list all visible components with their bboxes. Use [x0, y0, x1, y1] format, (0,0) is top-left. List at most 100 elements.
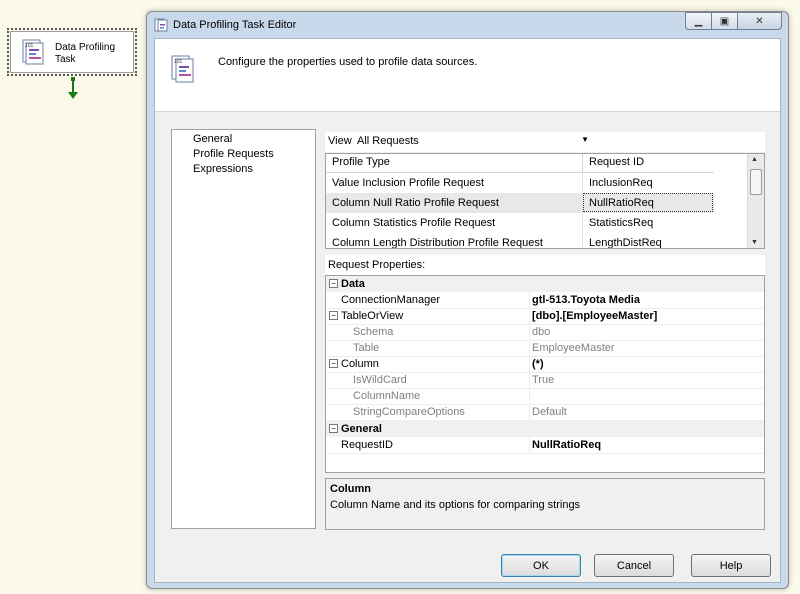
close-icon: ✕ — [755, 16, 763, 27]
column-divider — [529, 340, 530, 356]
property-name: General — [341, 423, 382, 435]
property-value: True — [532, 374, 554, 386]
request-properties-label: Request Properties: — [328, 259, 425, 271]
view-selected-value: All Requests — [357, 135, 419, 147]
column-divider — [529, 372, 530, 388]
property-description-pane: Column Column Name and its options for c… — [325, 478, 765, 530]
profile-type-cell: Column Null Ratio Profile Request — [332, 197, 499, 209]
svg-text:101: 101 — [174, 59, 183, 65]
nav-item-general[interactable]: General — [193, 133, 232, 145]
dialog-icon — [154, 18, 168, 32]
property-value[interactable]: NullRatioReq — [532, 439, 601, 451]
column-divider — [529, 292, 530, 308]
table-row[interactable]: Value Inclusion Profile Request Inclusio… — [326, 173, 714, 193]
description-title: Column — [330, 483, 371, 495]
column-divider — [529, 356, 530, 372]
collapse-icon[interactable]: − — [329, 359, 338, 368]
property-value: EmployeeMaster — [532, 342, 615, 354]
nav-item-expressions[interactable]: Expressions — [193, 163, 253, 175]
property-name: Data — [341, 278, 365, 290]
profile-type-cell: Column Length Distribution Profile Reque… — [332, 237, 543, 249]
header-band: 101 Configure the properties used to pro… — [155, 39, 780, 111]
request-id-cell[interactable]: InclusionReq — [589, 177, 653, 189]
column-divider — [582, 154, 583, 172]
window-controls: ▁ ▣ ✕ — [685, 12, 782, 30]
scroll-up-icon[interactable]: ▲ — [751, 156, 758, 163]
header-divider — [155, 111, 780, 112]
cancel-button[interactable]: Cancel — [594, 554, 674, 577]
collapse-icon[interactable]: − — [329, 311, 338, 320]
profile-type-cell: Column Statistics Profile Request — [332, 217, 495, 229]
column-divider — [529, 308, 530, 324]
table-row[interactable]: Column Statistics Profile Request Statis… — [326, 213, 714, 233]
property-row[interactable]: − TableOrView [dbo].[EmployeeMaster] — [326, 308, 764, 325]
table-row-selected[interactable]: Column Null Ratio Profile Request NullRa… — [326, 193, 714, 213]
property-name: ConnectionManager — [341, 294, 440, 306]
property-value[interactable]: [dbo].[EmployeeMaster] — [532, 310, 657, 322]
data-profiling-task-editor-dialog: Data Profiling Task Editor ▁ ▣ ✕ 101 Co — [146, 11, 789, 589]
property-category-data[interactable]: − Data — [326, 276, 764, 292]
request-id-cell[interactable]: StatisticsReq — [589, 217, 653, 229]
property-value[interactable]: gtl-513.Toyota Media — [532, 294, 640, 306]
column-header-request-id[interactable]: Request ID — [589, 156, 644, 168]
property-row[interactable]: Schema dbo — [326, 324, 764, 341]
data-profiling-task-box[interactable]: 101 Data Profiling Task — [10, 31, 134, 73]
ok-button[interactable]: OK — [501, 554, 581, 577]
profile-type-cell: Value Inclusion Profile Request — [332, 177, 484, 189]
scroll-thumb[interactable] — [750, 169, 762, 195]
dropdown-arrow-icon: ▼ — [581, 135, 589, 144]
request-id-cell[interactable]: NullRatioReq — [589, 197, 654, 209]
property-row[interactable]: Table EmployeeMaster — [326, 340, 764, 357]
maximize-button[interactable]: ▣ — [712, 12, 738, 30]
title-bar[interactable]: Data Profiling Task Editor ▁ ▣ ✕ — [147, 12, 788, 38]
precedence-arrow-icon[interactable] — [66, 77, 80, 101]
property-value: Default — [532, 406, 567, 418]
property-category-general[interactable]: − General — [326, 421, 764, 437]
data-profiling-icon: 101 — [171, 55, 195, 83]
property-name: TableOrView — [341, 310, 403, 322]
request-id-cell[interactable]: LengthDistReq — [589, 237, 662, 249]
svg-text:101: 101 — [25, 43, 34, 49]
column-divider — [529, 404, 530, 420]
collapse-icon[interactable]: − — [329, 279, 338, 288]
property-name: ColumnName — [353, 390, 420, 402]
scroll-down-icon[interactable]: ▼ — [751, 239, 758, 246]
property-row[interactable]: ConnectionManager gtl-513.Toyota Media — [326, 292, 764, 309]
description-text: Column Name and its options for comparin… — [330, 499, 580, 511]
property-row[interactable]: IsWildCard True — [326, 372, 764, 389]
dialog-client-area: 101 Configure the properties used to pro… — [154, 38, 781, 583]
close-button[interactable]: ✕ — [738, 12, 782, 30]
property-row[interactable]: ColumnName — [326, 388, 764, 405]
dialog-title: Data Profiling Task Editor — [173, 19, 296, 31]
column-divider — [529, 437, 530, 453]
property-name: Table — [353, 342, 379, 354]
view-dropdown[interactable]: All Requests ▼ — [355, 134, 591, 150]
grid-header: Profile Type Request ID — [326, 154, 714, 173]
task-label: Data Profiling Task — [55, 42, 131, 66]
minimize-button[interactable]: ▁ — [685, 12, 712, 30]
property-name: Column — [341, 358, 379, 370]
help-button[interactable]: Help — [691, 554, 771, 577]
data-profiling-icon: 101 — [21, 39, 45, 65]
table-row[interactable]: Column Length Distribution Profile Reque… — [326, 233, 714, 249]
view-label: View — [328, 135, 352, 147]
view-row: View All Requests ▼ — [325, 132, 765, 152]
property-name: Schema — [353, 326, 393, 338]
property-row[interactable]: StringCompareOptions Default — [326, 404, 764, 421]
nav-panel: General Profile Requests Expressions — [171, 129, 316, 529]
collapse-icon[interactable]: − — [329, 424, 338, 433]
property-value: dbo — [532, 326, 550, 338]
grid-scrollbar[interactable]: ▲ ▼ — [747, 154, 764, 248]
column-header-profile-type[interactable]: Profile Type — [332, 156, 390, 168]
property-value[interactable]: (*) — [532, 358, 544, 370]
column-divider — [529, 324, 530, 340]
header-description: Configure the properties used to profile… — [218, 56, 477, 68]
property-name: StringCompareOptions — [353, 406, 465, 418]
property-row[interactable]: RequestID NullRatioReq — [326, 437, 764, 454]
nav-item-profile-requests[interactable]: Profile Requests — [193, 148, 274, 160]
restore-icon: ▣ — [720, 16, 729, 27]
property-name: RequestID — [341, 439, 393, 451]
property-row[interactable]: − Column (*) — [326, 356, 764, 373]
column-divider — [529, 388, 530, 404]
property-name: IsWildCard — [353, 374, 407, 386]
